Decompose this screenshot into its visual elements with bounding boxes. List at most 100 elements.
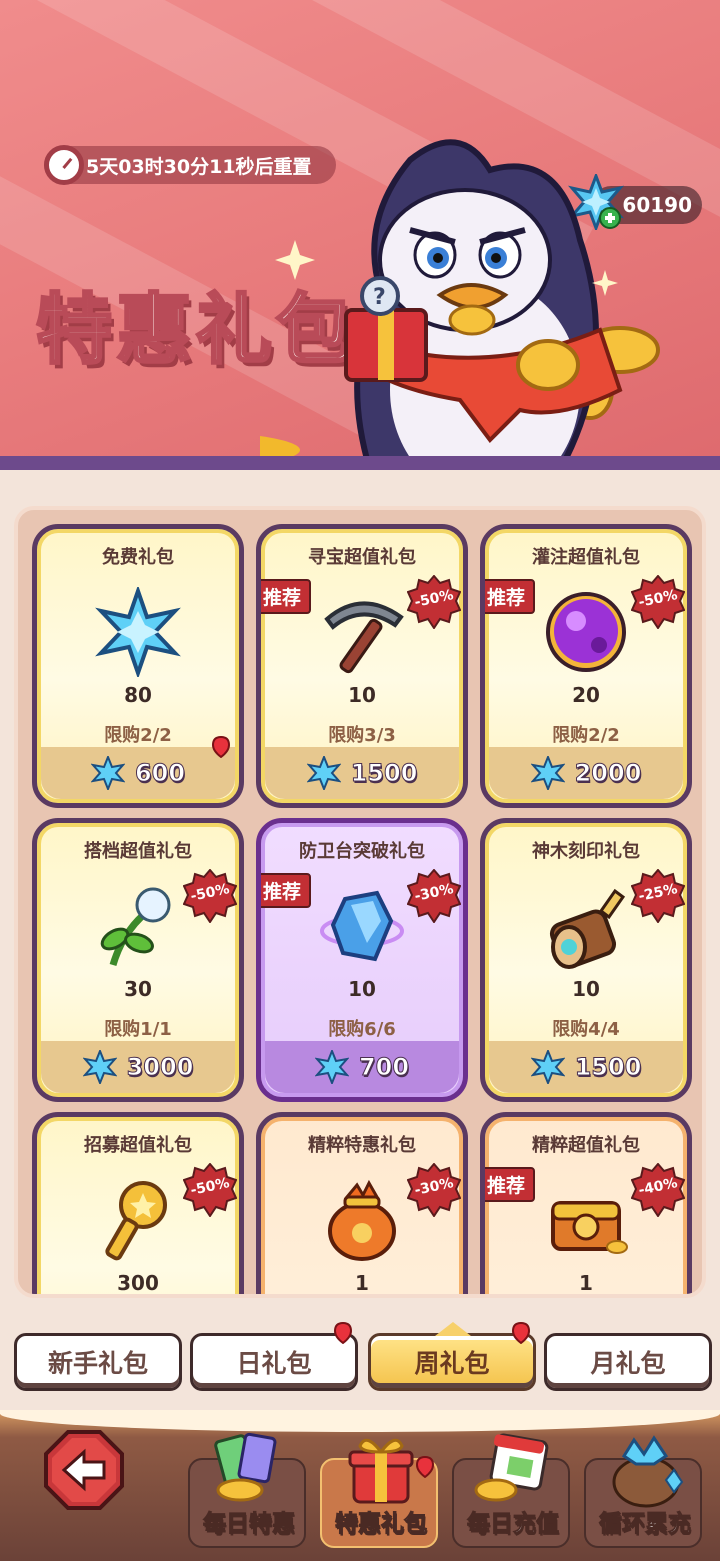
treasure-chest-icon <box>551 1201 628 1254</box>
pack-quantity: 1 <box>579 1271 593 1295</box>
nav-label: 特惠礼包 <box>335 1511 428 1538</box>
pack-limit: 限购1/1 <box>104 1019 172 1040</box>
pack-card-partner[interactable]: 搭档超值礼包 30 限购1/1 3000 -50% <box>32 818 244 1102</box>
pack-title: 免费礼包 <box>102 547 174 568</box>
pack-card-treasure[interactable]: 寻宝超值礼包 10 限购3/3 1500 推荐 -50% <box>256 524 468 808</box>
tab-label: 日礼包 <box>236 1349 312 1378</box>
flower-sprout-icon <box>100 887 171 967</box>
essence-bag-icon <box>328 1179 396 1261</box>
pack-quantity: 300 <box>117 1271 159 1295</box>
buy-button[interactable]: 700 <box>265 1041 459 1093</box>
wood-log-icon <box>549 888 626 969</box>
header-banner: 5天03时30分11秒后重置 60190 特惠礼包 ? <box>0 0 720 470</box>
recommended-badge: 推荐 <box>261 579 312 614</box>
buy-button[interactable]: 3000 <box>41 1041 235 1093</box>
tab-label: 月礼包 <box>590 1349 666 1378</box>
pack-grid: 免费礼包 80 限购2/2 600 寻宝超值礼包 10 限购3/3 1500 推… <box>14 506 706 1298</box>
pack-quantity: 10 <box>348 977 376 1001</box>
pack-price: 1500 <box>350 759 418 788</box>
tab-label: 周礼包 <box>414 1349 490 1378</box>
pack-limit: 限购6/6 <box>328 1019 396 1040</box>
recommended-badge: 推荐 <box>485 579 536 614</box>
pack-quantity: 1 <box>355 1271 369 1295</box>
nav-cumulative-recharge[interactable]: 循环累充 <box>584 1435 702 1548</box>
tab-weekly-pack[interactable]: 周礼包 <box>368 1322 536 1391</box>
pack-card-essence-special[interactable]: 精粹特惠礼包 1 -30% <box>256 1112 468 1295</box>
tab-label: 新手礼包 <box>47 1349 148 1378</box>
pack-limit: 限购2/2 <box>552 725 620 746</box>
pack-title: 精粹特惠礼包 <box>308 1135 416 1156</box>
gem-icon <box>314 1050 349 1084</box>
discount-badge: -50% <box>182 1162 238 1218</box>
gem-icon <box>306 756 341 790</box>
blue-crystal-icon <box>320 890 404 962</box>
notification-dot-icon <box>416 1456 434 1478</box>
discount-badge: -40% <box>630 1162 686 1218</box>
nav-label: 每日充值 <box>467 1511 560 1538</box>
notification-dot-icon <box>212 736 230 758</box>
pack-price: 3000 <box>126 1053 194 1082</box>
pack-card-infusion[interactable]: 灌注超值礼包 20 限购2/2 2000 推荐 -50% <box>480 524 692 808</box>
pack-card-free[interactable]: 免费礼包 80 限购2/2 600 <box>32 524 244 808</box>
pack-title: 寻宝超值礼包 <box>308 547 416 568</box>
pack-card-defense[interactable]: 防卫台突破礼包 10 限购6/6 700 推荐 -30% <box>256 818 468 1102</box>
buy-button[interactable]: 600 <box>41 747 235 799</box>
golden-key-icon <box>105 1181 167 1261</box>
gem-icon <box>530 1050 565 1084</box>
penguin-mascot-icon: ? <box>260 139 660 470</box>
pack-card-essence-value[interactable]: 精粹超值礼包 1 推荐 -40% <box>480 1112 692 1295</box>
pack-quantity: 30 <box>124 977 152 1001</box>
stopwatch-icon <box>44 145 84 185</box>
pack-quantity: 10 <box>572 977 600 1001</box>
svg-text:?: ? <box>373 285 386 310</box>
pack-title: 搭档超值礼包 <box>84 841 192 862</box>
pack-quantity: 10 <box>348 683 376 707</box>
discount-badge: -50% <box>630 574 686 630</box>
discount-badge: -50% <box>182 868 238 924</box>
gem-icon <box>90 756 125 790</box>
banner-floor <box>0 456 720 470</box>
pack-title: 招募超值礼包 <box>84 1135 192 1156</box>
back-arrow-icon[interactable] <box>44 1430 124 1510</box>
pack-price: 2000 <box>574 759 642 788</box>
recommended-badge: 推荐 <box>261 873 312 908</box>
pack-card-sacred-wood[interactable]: 神木刻印礼包 10 限购4/4 1500 -25% <box>480 818 692 1102</box>
tab-monthly-pack[interactable]: 月礼包 <box>544 1333 712 1391</box>
pack-price: 1500 <box>574 1053 642 1082</box>
pack-price: 600 <box>134 759 186 788</box>
pack-limit: 限购2/2 <box>104 725 172 746</box>
buy-button[interactable]: 2000 <box>489 747 683 799</box>
buy-button[interactable]: 1500 <box>265 747 459 799</box>
discount-badge: -30% <box>406 868 462 924</box>
pack-price: 700 <box>358 1053 410 1082</box>
discount-badge: -25% <box>630 868 686 924</box>
discount-badge: -50% <box>406 574 462 630</box>
nav-label: 每日特惠 <box>203 1511 296 1538</box>
recommended-badge: 推荐 <box>485 1167 536 1202</box>
buy-button[interactable]: 1500 <box>489 1041 683 1093</box>
nav-label: 循环累充 <box>599 1511 692 1538</box>
pack-quantity: 20 <box>572 683 600 707</box>
pack-title: 灌注超值礼包 <box>532 547 640 568</box>
cards-coins-icon <box>214 1432 277 1502</box>
tab-newbie-pack[interactable]: 新手礼包 <box>14 1333 182 1391</box>
gem-icon <box>530 756 565 790</box>
pack-limit: 限购3/3 <box>328 725 396 746</box>
pack-quantity: 80 <box>124 683 152 707</box>
pack-card-recruit[interactable]: 招募超值礼包 300 -50% <box>32 1112 244 1295</box>
nav-daily-recharge[interactable]: 每日充值 <box>452 1433 570 1548</box>
pack-title: 防卫台突破礼包 <box>299 841 425 862</box>
gem-sack-icon <box>612 1435 684 1508</box>
notification-dot-icon <box>512 1322 530 1344</box>
snowflake-gem-icon <box>95 587 181 677</box>
pack-title: 精粹超值礼包 <box>532 1135 640 1156</box>
gift-box-icon <box>348 1438 414 1504</box>
tab-daily-pack[interactable]: 日礼包 <box>190 1333 358 1391</box>
purple-orb-icon <box>546 592 626 672</box>
nav-daily-deals[interactable]: 每日特惠 <box>188 1432 306 1548</box>
notification-dot-icon <box>334 1322 352 1344</box>
gem-icon <box>82 1050 117 1084</box>
calendar-coins-icon <box>474 1433 549 1502</box>
pack-title: 神木刻印礼包 <box>532 841 640 862</box>
pickaxe-icon <box>324 601 404 674</box>
